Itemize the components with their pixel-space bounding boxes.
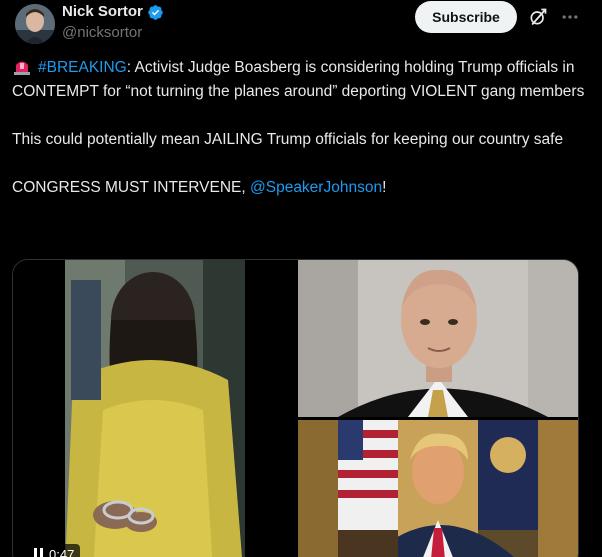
video-duration-badge: 0:47	[28, 544, 81, 557]
author-name[interactable]: Nick Sortor	[62, 2, 143, 22]
rotating-light-icon	[14, 61, 30, 75]
video-frame	[13, 260, 295, 557]
video-player[interactable]: 0:47	[13, 260, 295, 557]
judge-photo[interactable]	[298, 260, 578, 417]
subscribe-button[interactable]: Subscribe	[415, 1, 517, 33]
more-options-icon[interactable]	[560, 7, 580, 27]
trump-photo-image	[298, 420, 578, 557]
media-grid: 0:47	[12, 259, 579, 557]
mention-link[interactable]: @SpeakerJohnson	[250, 179, 382, 196]
verified-badge-icon[interactable]	[147, 4, 164, 21]
tweet-text: #BREAKING: Activist Judge Boasberg is co…	[12, 56, 587, 200]
avatar[interactable]	[15, 4, 55, 44]
pause-icon[interactable]	[34, 548, 44, 557]
judge-photo-image	[298, 260, 578, 417]
trump-photo[interactable]	[298, 420, 578, 557]
author-block: Nick Sortor @nicksortor	[62, 2, 164, 43]
author-name-row: Nick Sortor	[62, 2, 164, 22]
author-handle[interactable]: @nicksortor	[62, 23, 164, 43]
hashtag-link[interactable]: #BREAKING	[38, 59, 127, 76]
video-duration: 0:47	[49, 546, 75, 557]
tweet-header: Nick Sortor @nicksortor Subscribe	[12, 0, 592, 48]
tweet-para3-suffix: !	[382, 179, 387, 196]
tweet-paragraph-1: #BREAKING: Activist Judge Boasberg is co…	[12, 56, 587, 104]
tweet-paragraph-2: This could potentially mean JAILING Trum…	[12, 131, 564, 148]
tweet-paragraph-3: CONGRESS MUST INTERVENE, @SpeakerJohnson…	[12, 176, 587, 200]
tweet-para3-prefix: CONGRESS MUST INTERVENE,	[12, 179, 250, 196]
grok-icon[interactable]	[528, 7, 548, 27]
